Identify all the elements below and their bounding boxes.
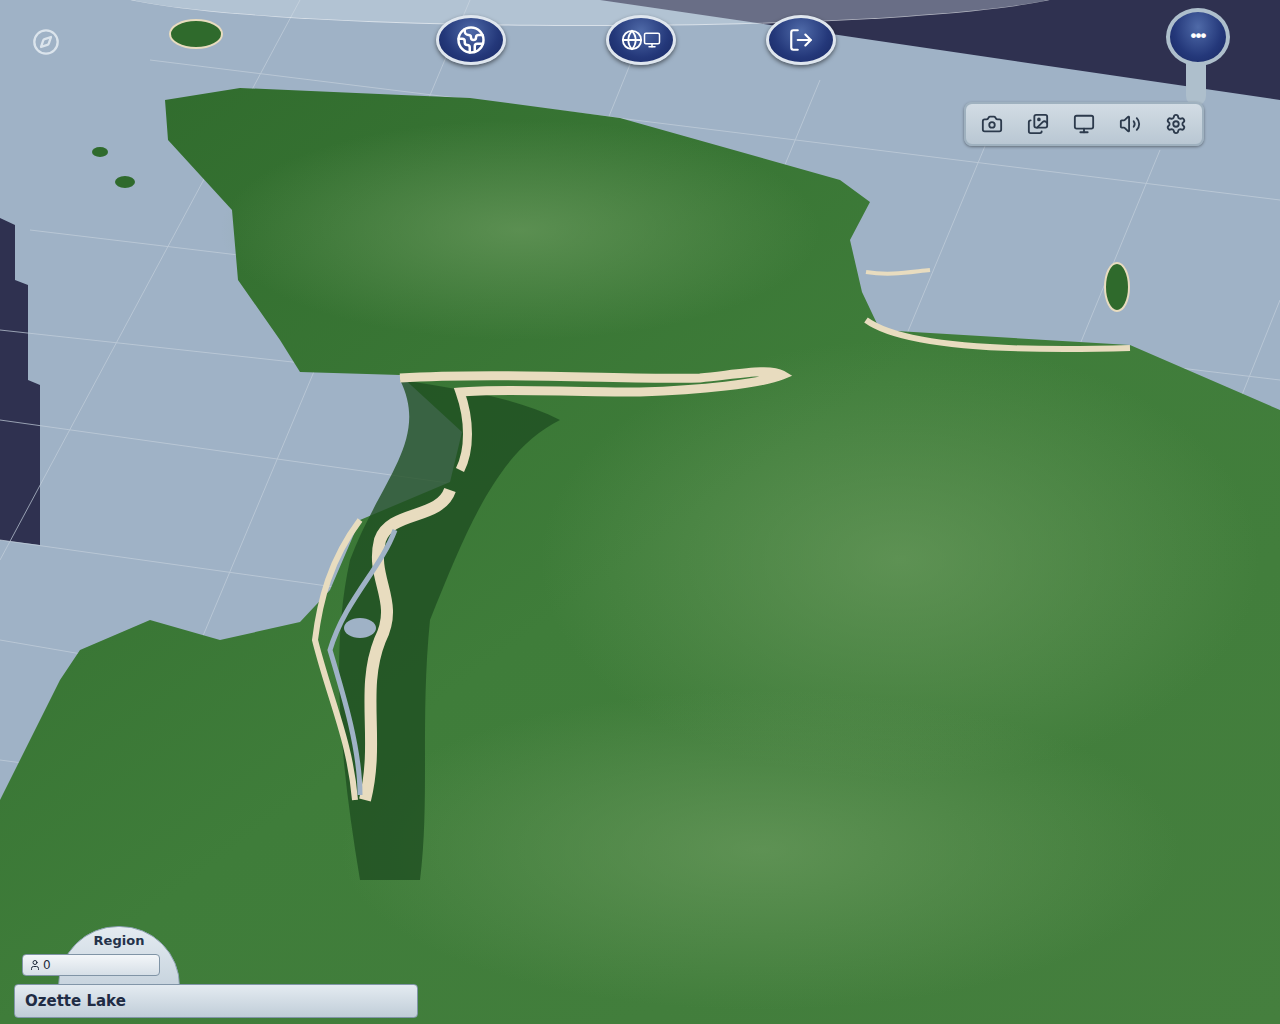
- globe-icon: [621, 29, 643, 51]
- population-field: 0: [22, 954, 160, 976]
- toolbar-button[interactable]: [1068, 109, 1100, 139]
- exit-button[interactable]: [766, 15, 836, 65]
- exit-icon: [788, 27, 814, 53]
- toolbar-button[interactable]: [1022, 109, 1054, 139]
- display-icon: [1073, 113, 1095, 135]
- region-panel: Region0Ozette Lake: [14, 926, 418, 1018]
- region-view: •••Region0Ozette Lake: [0, 0, 1280, 1024]
- region-map[interactable]: [0, 0, 1280, 1024]
- person-icon: [29, 959, 41, 971]
- region-map-button[interactable]: [436, 15, 506, 65]
- album-icon: [1027, 113, 1049, 135]
- beach: [400, 372, 782, 470]
- sound-icon: [1119, 113, 1141, 135]
- toolbar-button[interactable]: [1160, 109, 1192, 139]
- lake: [330, 530, 395, 795]
- lowland: [339, 380, 560, 880]
- toolbar-button[interactable]: [1114, 109, 1146, 139]
- photo-icon: [981, 113, 1003, 135]
- region-name[interactable]: Ozette Lake: [14, 984, 418, 1018]
- toolbar-button[interactable]: [976, 109, 1008, 139]
- lake-shore: [365, 490, 450, 800]
- island: [1105, 263, 1129, 311]
- ocean: [0, 0, 1280, 1024]
- land: [0, 88, 1280, 1024]
- menu-connector: [1186, 60, 1206, 106]
- menu-button[interactable]: •••: [1166, 8, 1230, 66]
- settings-icon: [1165, 113, 1187, 135]
- population-value: 0: [43, 958, 51, 972]
- options-toolbar: [964, 102, 1204, 146]
- globe-map-icon: [456, 25, 486, 55]
- grid-lines: [0, 0, 1280, 1024]
- online-button[interactable]: [606, 15, 676, 65]
- compass-icon[interactable]: [32, 28, 60, 60]
- computer-icon: [643, 31, 661, 49]
